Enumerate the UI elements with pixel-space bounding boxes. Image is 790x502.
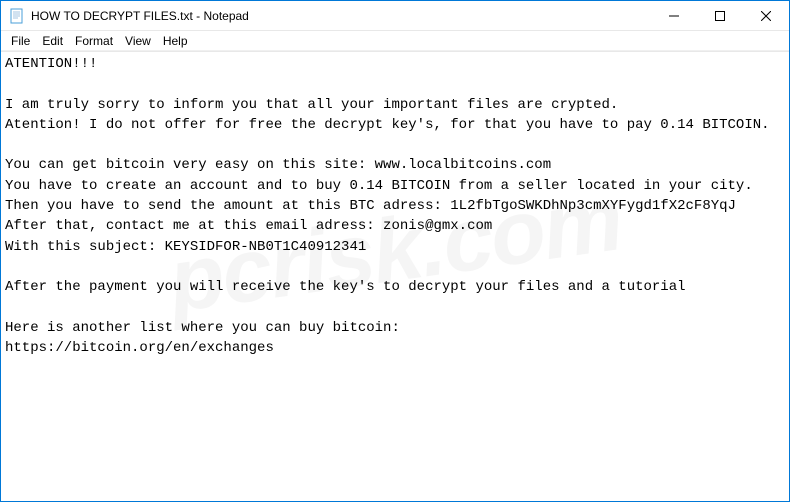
menu-help[interactable]: Help xyxy=(157,33,194,49)
menubar: File Edit Format View Help xyxy=(1,31,789,51)
window-controls xyxy=(651,1,789,30)
window-title: HOW TO DECRYPT FILES.txt - Notepad xyxy=(31,9,651,23)
menu-edit[interactable]: Edit xyxy=(36,33,69,49)
titlebar: HOW TO DECRYPT FILES.txt - Notepad xyxy=(1,1,789,31)
close-button[interactable] xyxy=(743,1,789,30)
notepad-icon xyxy=(9,8,25,24)
menu-view[interactable]: View xyxy=(119,33,157,49)
text-content[interactable]: ATENTION!!! I am truly sorry to inform y… xyxy=(1,51,789,501)
menu-file[interactable]: File xyxy=(5,33,36,49)
minimize-button[interactable] xyxy=(651,1,697,30)
maximize-button[interactable] xyxy=(697,1,743,30)
menu-format[interactable]: Format xyxy=(69,33,119,49)
notepad-window: HOW TO DECRYPT FILES.txt - Notepad File … xyxy=(0,0,790,502)
